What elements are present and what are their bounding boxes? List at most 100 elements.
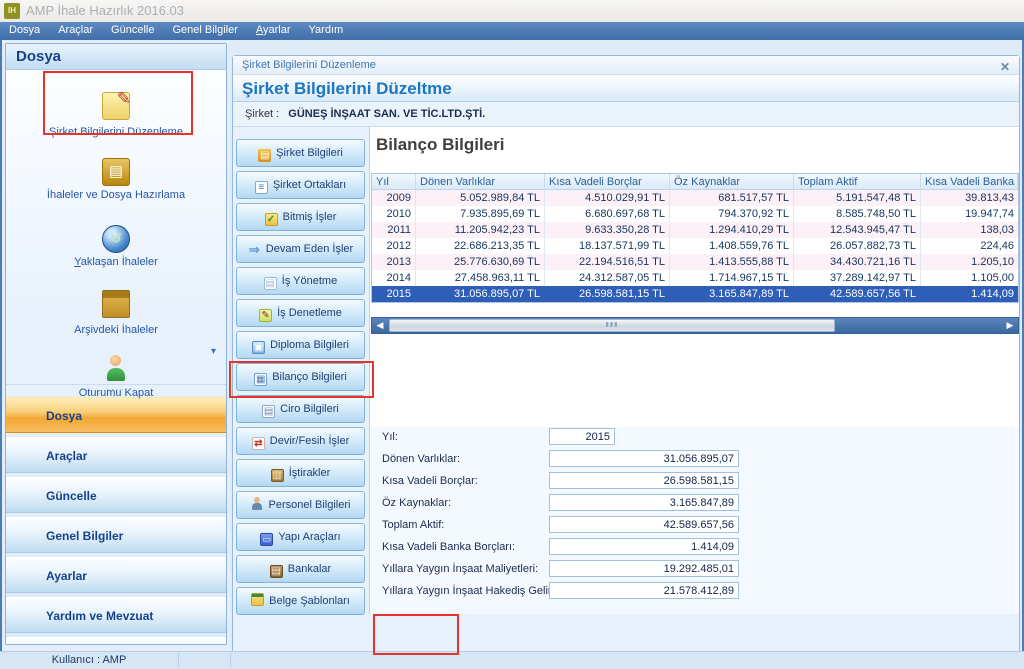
table-cell: 6.680.697,68 TL <box>545 206 670 222</box>
table-cell: 1.414,09 <box>921 286 1018 302</box>
table-cell: 1.205,10 <box>921 254 1018 270</box>
form-row-yıl: Yıl: <box>370 427 1019 449</box>
menu-item-genel-bilgiler[interactable]: Genel Bilgiler <box>163 22 246 40</box>
table-cell: 24.312.587,05 TL <box>545 270 670 286</box>
sidebar-accordion: Dosya Araçlar Güncelle Genel Bilgiler Ayarla… <box>6 397 226 633</box>
card-file-icon <box>102 158 130 186</box>
column-header-kısa-vadeli-banka-borçları[interactable]: Kısa Vadeli Banka Borçları <box>921 174 1018 190</box>
table-row-2015[interactable]: 201531.056.895,07 TL26.598.581,15 TL3.16… <box>372 286 1018 302</box>
nav-button-label: Belge Şablonları <box>269 595 350 607</box>
column-header-toplam-aktif[interactable]: Toplam Aktif <box>794 174 921 190</box>
horizontal-scrollbar[interactable]: ◀ ▶ <box>371 317 1019 334</box>
table-cell: 681.517,57 TL <box>670 190 794 206</box>
column-header-yıl[interactable]: Yıl <box>372 174 416 190</box>
nav-button-i-ş-yönetme[interactable]: İş Yönetme <box>236 267 365 295</box>
nav-button-label: Devir/Fesih İşler <box>270 435 349 447</box>
menu-item-yardım[interactable]: Yardım <box>300 22 353 40</box>
accordion-item-ayarlar[interactable]: Ayarlar <box>6 557 226 593</box>
form-input-yıl[interactable] <box>549 428 615 445</box>
table-cell: 31.056.895,07 TL <box>416 286 545 302</box>
table-row-2012[interactable]: 201222.686.213,35 TL18.137.571,99 TL1.40… <box>372 238 1018 254</box>
form-input-yıllara-yaygın-i-nşaat-maliyetleri[interactable] <box>549 560 739 577</box>
table-cell: 4.510.029,91 TL <box>545 190 670 206</box>
accordion-item-yardım-ve-mevzuat[interactable]: Yardım ve Mevzuat <box>6 597 226 633</box>
accordion-footer[interactable]: ▾ <box>6 637 226 645</box>
book-icon <box>258 149 271 162</box>
form-input-toplam-aktif[interactable] <box>549 516 739 533</box>
nav-button-label: Bitmiş İşler <box>283 211 337 223</box>
nav-button-i-ş-denetleme[interactable]: İş Denetleme <box>236 299 365 327</box>
drawer2-icon <box>270 565 283 578</box>
menu-bar: DosyaAraçlarGüncelleGenel BilgilerAyarla… <box>0 22 1024 40</box>
accordion-item-genel-bilgiler[interactable]: Genel Bilgiler <box>6 517 226 553</box>
nav-button-diploma-bilgileri[interactable]: Diploma Bilgileri <box>236 331 365 359</box>
scrollbar-thumb[interactable] <box>389 319 835 332</box>
sidebar-item-arşivdeki-i-haleler[interactable]: Arşivdeki İhaleler <box>6 290 226 336</box>
nav-button-bilanço-bilgileri[interactable]: Bilanço Bilgileri <box>236 363 365 391</box>
globe-clock-icon <box>102 225 130 253</box>
form-input-yıllara-yaygın-i-nşaat-hakediş-gelirleri[interactable] <box>549 582 739 599</box>
nav-button-şirket-ortakları[interactable]: Şirket Ortakları <box>236 171 365 199</box>
form-input-kısa-vadeli-borçlar[interactable] <box>549 472 739 489</box>
sidebar-item-i-haleler-ve-dosya-hazırlama[interactable]: İhaleler ve Dosya Hazırlama <box>6 158 226 201</box>
menu-item-araçlar[interactable]: Araçlar <box>49 22 102 40</box>
column-header-öz-kaynaklar[interactable]: Öz Kaynaklar <box>670 174 794 190</box>
table-cell: 1.294.410,29 TL <box>670 222 794 238</box>
folder-doc-icon <box>251 593 264 606</box>
scroll-left-icon[interactable]: ◀ <box>372 318 388 333</box>
nav-button-şirket-bilgileri[interactable]: Şirket Bilgileri <box>236 139 365 167</box>
nav-button-ciro-bilgileri[interactable]: Ciro Bilgileri <box>236 395 365 423</box>
title-bar: IH AMP İhale Hazırlık 2016.03 <box>0 0 1024 23</box>
sidebar-item-yaklaşan-i-haleler[interactable]: Yaklaşan İhaleler <box>6 225 226 268</box>
accordion-item-dosya[interactable]: Dosya <box>6 397 226 433</box>
nav-button-label: İş Denetleme <box>277 307 342 319</box>
nav-button-belge-şablonları[interactable]: Belge Şablonları <box>236 587 365 615</box>
chevron-down-icon[interactable]: ▾ <box>211 346 216 357</box>
sidebar: Dosya Şirket Bilgilerini Düzenleme İhalel… <box>2 40 230 651</box>
sidebar-item-oturumu-kapat[interactable]: Oturumu Kapat <box>6 355 226 399</box>
accordion-item-araçlar[interactable]: Araçlar <box>6 437 226 473</box>
table-row-2014[interactable]: 201427.458.963,11 TL24.312.587,05 TL1.71… <box>372 270 1018 286</box>
nav-button-devir-fesih-i-şler[interactable]: Devir/Fesih İşler <box>236 427 365 455</box>
nav-button-i-ştirakler[interactable]: İştirakler <box>236 459 365 487</box>
nav-button-devam-eden-i-şler[interactable]: Devam Eden İşler <box>236 235 365 263</box>
menu-item-güncelle[interactable]: Güncelle <box>102 22 163 40</box>
table-cell: 794.370,92 TL <box>670 206 794 222</box>
accordion-item-güncelle[interactable]: Güncelle <box>6 477 226 513</box>
scroll-right-icon[interactable]: ▶ <box>1002 318 1018 333</box>
menu-item-dosya[interactable]: Dosya <box>0 22 49 40</box>
sidebar-item-label: Oturumu Kapat <box>6 387 226 399</box>
sidebar-header: Dosya <box>6 44 226 70</box>
nav-button-bankalar[interactable]: Bankalar <box>236 555 365 583</box>
table-cell: 2015 <box>372 286 416 302</box>
status-user: Kullanıcı : AMP <box>0 654 178 666</box>
form-row-toplam-aktif: Toplam Aktif: <box>370 515 1019 537</box>
form-row-dönen-varlıklar: Dönen Varlıklar: <box>370 449 1019 471</box>
form-input-öz-kaynaklar[interactable] <box>549 494 739 511</box>
document-icon <box>262 405 275 418</box>
table-cell: 26.057.882,73 TL <box>794 238 921 254</box>
table-cell: 224,46 <box>921 238 1018 254</box>
table-cell: 138,03 <box>921 222 1018 238</box>
nav-button-yapı-araçları[interactable]: Yapı Araçları <box>236 523 365 551</box>
table-cell: 12.543.945,47 TL <box>794 222 921 238</box>
sidebar-item-şirket-bilgilerini-düzenleme[interactable]: Şirket Bilgilerini Düzenleme <box>6 92 226 138</box>
nav-button-personel-bilgileri[interactable]: Personel Bilgileri <box>236 491 365 519</box>
nav-button-label: Diploma Bilgileri <box>270 339 349 351</box>
company-line: Şirket : GÜNEŞ İNŞAAT SAN. VE TİC.LTD.ŞT… <box>233 102 1019 127</box>
menu-item-ayarlar[interactable]: Ayarlar <box>247 22 300 40</box>
section-nav: Şirket Bilgileri Şirket Ortakları Bitmiş İ… <box>235 127 366 617</box>
form-input-dönen-varlıklar[interactable] <box>549 450 739 467</box>
table-row-2011[interactable]: 201111.205.942,23 TL9.633.350,28 TL1.294… <box>372 222 1018 238</box>
nav-button-bitmiş-i-şler[interactable]: Bitmiş İşler <box>236 203 365 231</box>
column-header-kısa-vadeli-borçlar[interactable]: Kısa Vadeli Borçlar <box>545 174 670 190</box>
table-row-2013[interactable]: 201325.776.630,69 TL22.194.516,51 TL1.41… <box>372 254 1018 270</box>
table-cell: 7.935.895,69 TL <box>416 206 545 222</box>
table-row-2009[interactable]: 20095.052.989,84 TL4.510.029,91 TL681.51… <box>372 190 1018 206</box>
column-header-dönen-varlıklar[interactable]: Dönen Varlıklar <box>416 174 545 190</box>
window-tab-strip: Şirket Bilgilerini Düzenleme ✕ <box>233 56 1019 75</box>
window-tab-title: Şirket Bilgilerini Düzenleme <box>242 59 376 71</box>
form-input-kısa-vadeli-banka-borçları[interactable] <box>549 538 739 555</box>
app-icon: IH <box>4 3 20 19</box>
table-row-2010[interactable]: 20107.935.895,69 TL6.680.697,68 TL794.37… <box>372 206 1018 222</box>
